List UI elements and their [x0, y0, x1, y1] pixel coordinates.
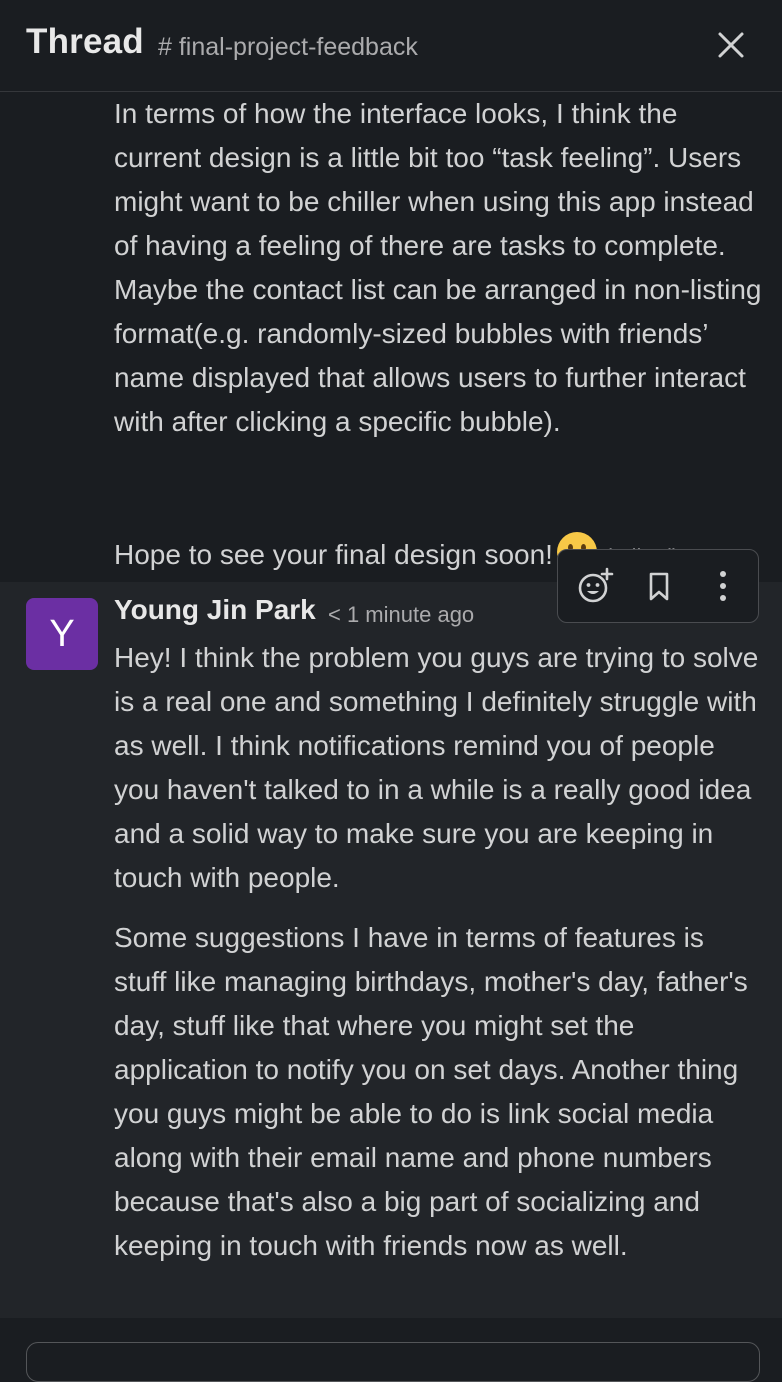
message-body: Hey! I think the problem you guys are tr… — [114, 642, 759, 893]
close-thread-button[interactable] — [710, 24, 752, 66]
message-timestamp[interactable]: < 1 minute ago — [328, 602, 474, 628]
bookmark-icon — [649, 572, 669, 601]
add-reaction-icon — [578, 567, 614, 603]
message-closing-text: Hope to see your final design soon! — [114, 539, 553, 570]
message-hovered[interactable]: Y Young Jin Park < 1 minute ago Hey! I t… — [0, 582, 782, 1318]
message-body: In terms of how the interface looks, I t… — [114, 98, 762, 437]
avatar[interactable]: Y — [26, 598, 98, 670]
composer-area — [0, 1318, 782, 1382]
channel-link[interactable]: # final-project-feedback — [158, 33, 418, 62]
thread-title: Thread — [26, 22, 144, 61]
author-name[interactable]: Young Jin Park — [114, 594, 316, 626]
more-vertical-icon — [720, 571, 726, 601]
thread-header: Thread # final-project-feedback — [0, 0, 782, 92]
message-body: Some suggestions I have in terms of feat… — [114, 922, 748, 1261]
previous-message: In terms of how the interface looks, I t… — [0, 92, 782, 582]
save-message-button[interactable] — [636, 563, 682, 609]
reply-input[interactable] — [26, 1342, 760, 1382]
add-reaction-button[interactable] — [572, 563, 618, 609]
message-actions-toolbar — [557, 549, 759, 623]
close-icon — [718, 32, 744, 58]
more-actions-button[interactable] — [700, 563, 746, 609]
